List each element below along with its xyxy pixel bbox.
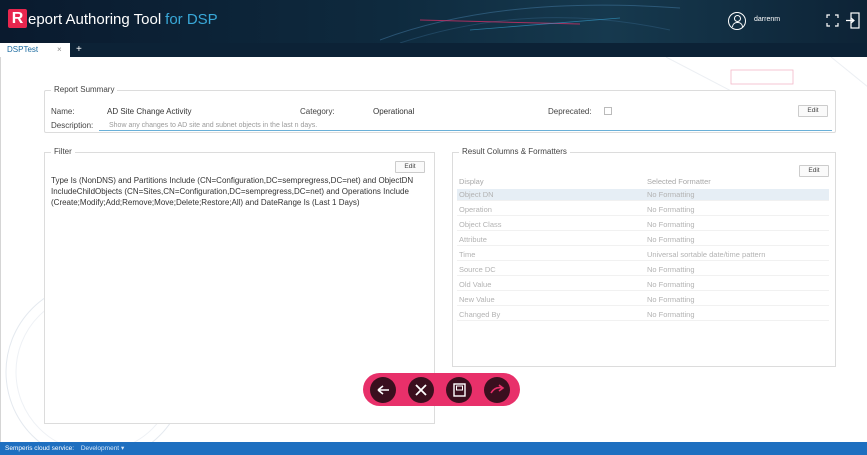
workspace: Report Summary Name: AD Site Change Acti… [0, 57, 867, 442]
add-tab-button[interactable]: + [76, 43, 82, 57]
status-bar: Semperis cloud service: Development ▾ [0, 442, 867, 455]
display-cell: Changed By [459, 310, 501, 319]
back-button[interactable] [370, 377, 396, 403]
category-label: Category: [300, 107, 335, 116]
deprecated-label: Deprecated: [548, 107, 592, 116]
formatter-cell: No Formatting [647, 190, 695, 199]
table-row[interactable]: Object Class No Formatting [457, 219, 829, 231]
cancel-button[interactable] [408, 377, 434, 403]
app-title-main: eport Authoring Tool [28, 11, 162, 28]
tab-dsptest[interactable]: DSPTest × [0, 43, 70, 57]
name-label: Name: [51, 107, 75, 116]
close-icon [415, 384, 427, 396]
filter-edit-button[interactable]: Edit [395, 161, 425, 173]
display-cell: Old Value [459, 280, 492, 289]
display-cell: Object Class [459, 220, 502, 229]
report-summary-panel: Report Summary Name: AD Site Change Acti… [44, 85, 836, 133]
summary-edit-button[interactable]: Edit [798, 105, 828, 117]
app-title: eport Authoring Tool for DSP [28, 11, 218, 28]
description-label: Description: [51, 121, 94, 130]
description-underline [99, 130, 832, 131]
cloud-service-label: Semperis cloud service: [5, 445, 74, 452]
app-title-suffix: for DSP [165, 11, 218, 28]
title-bar: R eport Authoring Tool for DSP darrenm [0, 0, 867, 43]
environment-value: Development [80, 445, 120, 452]
save-icon [453, 383, 466, 397]
formatter-cell: No Formatting [647, 280, 695, 289]
table-row[interactable]: Time Universal sortable date/time pattern [457, 249, 829, 261]
action-bar [363, 373, 520, 406]
formatter-cell: No Formatting [647, 205, 695, 214]
tab-bar: DSPTest × + [0, 43, 867, 57]
display-cell: Operation [459, 205, 492, 214]
table-row[interactable]: Source DC No Formatting [457, 264, 829, 276]
name-value: AD Site Change Activity [107, 107, 192, 116]
formatter-cell: No Formatting [647, 235, 695, 244]
formatter-cell: No Formatting [647, 295, 695, 304]
forward-arrow-icon [490, 384, 505, 394]
run-button[interactable] [484, 377, 510, 403]
formatter-cell: No Formatting [647, 265, 695, 274]
table-row[interactable]: New Value No Formatting [457, 294, 829, 306]
formatter-cell: Universal sortable date/time pattern [647, 250, 766, 259]
description-value: Show any changes to AD site and subnet o… [109, 122, 318, 129]
app-logo: R [8, 9, 27, 28]
back-arrow-icon [377, 385, 389, 395]
display-cell: Object DN [459, 190, 494, 199]
result-columns-title: Result Columns & Formatters [459, 147, 570, 156]
table-row[interactable]: Changed By No Formatting [457, 309, 829, 321]
header-decoration [380, 4, 680, 43]
tab-close-icon[interactable]: × [57, 43, 62, 57]
result-columns-panel: Result Columns & Formatters Edit Display… [452, 147, 836, 367]
deprecated-checkbox[interactable] [604, 107, 612, 115]
filter-expression: Type Is (NonDNS) and Partitions Include … [51, 176, 414, 207]
results-header-row: Display Selected Formatter [457, 176, 829, 188]
display-cell: New Value [459, 295, 495, 304]
environment-dropdown[interactable]: Development ▾ [81, 445, 124, 452]
display-cell: Time [459, 250, 476, 259]
display-cell: Source DC [459, 265, 496, 274]
table-row[interactable]: Object DN No Formatting [457, 189, 829, 201]
expand-icon[interactable] [826, 14, 839, 27]
table-row[interactable]: Operation No Formatting [457, 204, 829, 216]
exit-door-icon[interactable] [845, 12, 861, 29]
username[interactable]: darrenm [754, 16, 780, 23]
table-row[interactable]: Old Value No Formatting [457, 279, 829, 291]
display-cell: Attribute [459, 235, 487, 244]
dropdown-caret-icon: ▾ [120, 445, 125, 452]
report-summary-title: Report Summary [51, 85, 118, 94]
header-display: Display [459, 177, 484, 186]
table-row[interactable]: Attribute No Formatting [457, 234, 829, 246]
header-selected-formatter: Selected Formatter [647, 177, 711, 186]
tab-label: DSPTest [7, 45, 39, 54]
user-circle-icon[interactable] [728, 12, 746, 30]
formatter-cell: No Formatting [647, 310, 695, 319]
filter-title: Filter [51, 147, 75, 156]
formatter-cell: No Formatting [647, 220, 695, 229]
save-button[interactable] [446, 377, 472, 403]
category-value: Operational [373, 107, 415, 116]
